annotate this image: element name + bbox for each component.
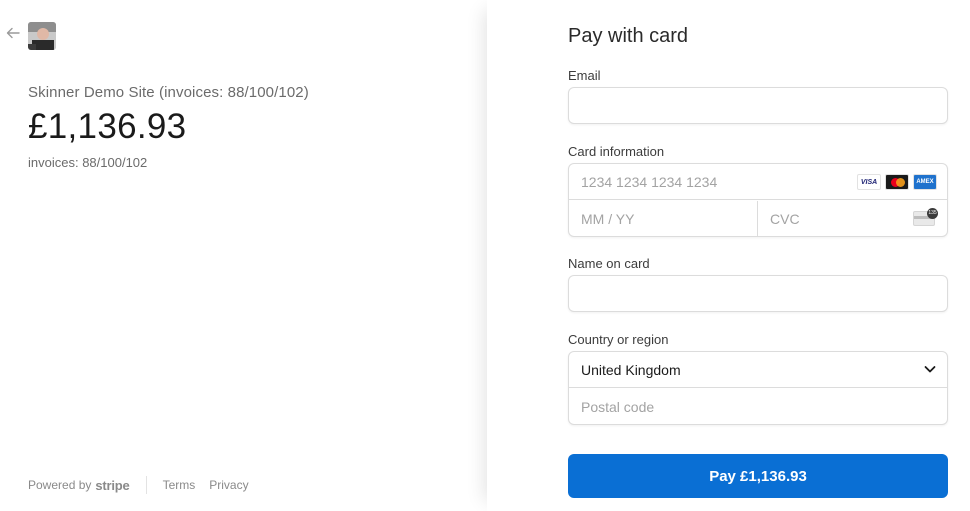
cvc-cell: 135 [758, 201, 947, 237]
card-brands: VISA AMEX [857, 174, 937, 190]
back-arrow-icon[interactable] [6, 26, 22, 46]
merchant-name: Skinner Demo Site (invoices: 88/100/102) [28, 84, 309, 101]
card-information-label: Card information [568, 144, 665, 159]
expiry-input[interactable] [569, 201, 709, 237]
merchant-avatar [28, 22, 56, 50]
country-value: United Kingdom [581, 361, 681, 378]
country-select[interactable]: United Kingdom [569, 352, 947, 388]
order-summary-panel: Skinner Demo Site (invoices: 88/100/102)… [0, 0, 487, 511]
pay-button[interactable]: Pay £1,136.93 [568, 454, 948, 498]
footer: Powered by stripe Terms Privacy [28, 476, 263, 494]
privacy-link[interactable]: Privacy [209, 478, 248, 492]
postal-cell [569, 389, 947, 425]
cvc-input[interactable] [758, 201, 898, 237]
footer-divider [145, 476, 147, 494]
card-information-group: VISA AMEX 135 [568, 163, 948, 237]
card-number-row: VISA AMEX [569, 164, 947, 200]
email-field[interactable] [569, 88, 947, 123]
chevron-down-icon [924, 366, 936, 373]
name-field-wrapper [568, 275, 948, 312]
form-title: Pay with card [568, 25, 689, 47]
visa-icon: VISA [857, 174, 881, 190]
country-group: United Kingdom [568, 351, 948, 425]
name-on-card-field[interactable] [569, 276, 947, 311]
cvc-badge: 135 [927, 208, 938, 219]
cvc-card-icon: 135 [913, 208, 938, 226]
postal-code-input[interactable] [569, 389, 947, 425]
total-amount: £1,136.93 [28, 107, 187, 146]
payment-panel: Pay with card Email Card information VIS… [487, 0, 970, 511]
email-label: Email [568, 68, 601, 83]
powered-by-text: Powered by [28, 478, 92, 492]
mastercard-icon [885, 174, 909, 190]
payment-description: invoices: 88/100/102 [28, 155, 148, 170]
expiry-cell [569, 201, 758, 237]
name-on-card-label: Name on card [568, 256, 650, 271]
stripe-logo[interactable]: stripe [95, 478, 129, 493]
amex-icon: AMEX [913, 174, 937, 190]
card-number-input[interactable] [569, 164, 849, 199]
email-field-wrapper [568, 87, 948, 124]
terms-link[interactable]: Terms [163, 478, 196, 492]
country-label: Country or region [568, 332, 669, 347]
